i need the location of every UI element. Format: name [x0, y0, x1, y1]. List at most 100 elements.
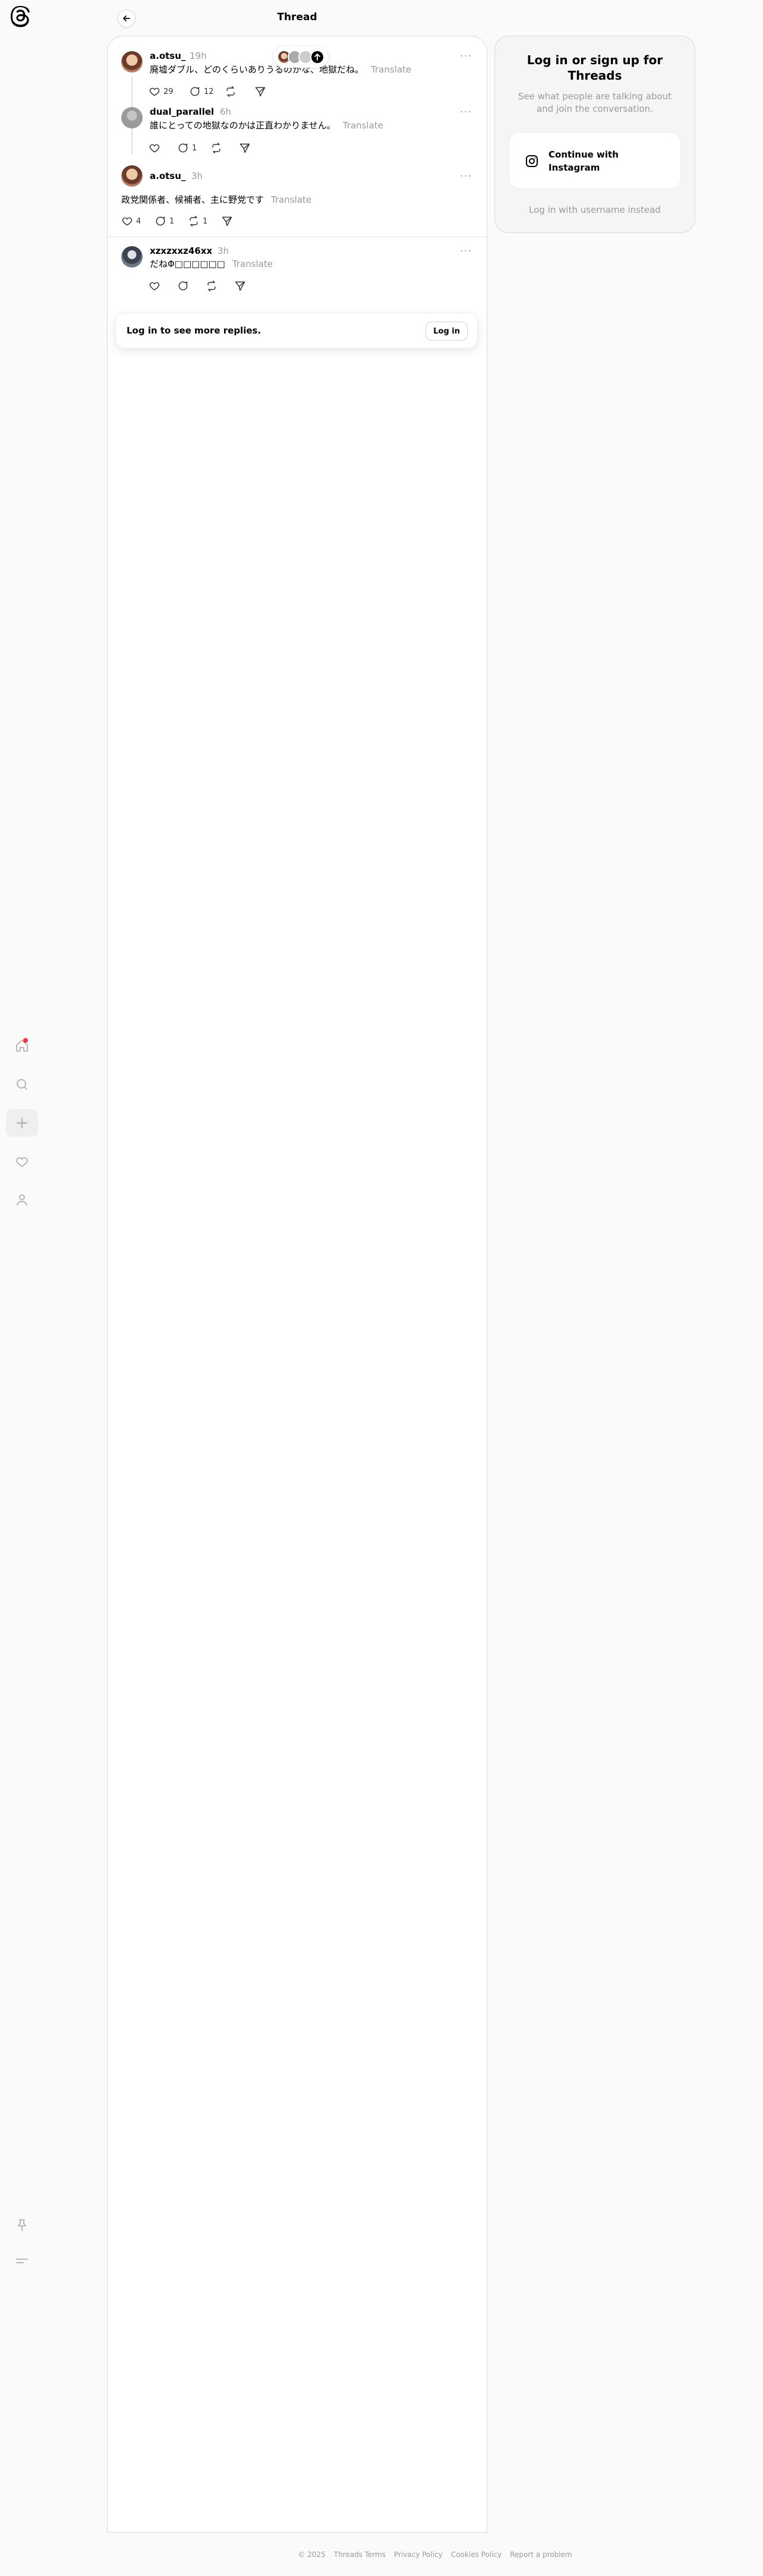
heart-icon — [149, 280, 160, 292]
footer-link-report[interactable]: Report a problem — [510, 2549, 572, 2560]
repost-count: 1 — [203, 216, 208, 226]
nav-search[interactable] — [6, 1071, 38, 1098]
nav-menu[interactable] — [6, 2247, 38, 2275]
repost-button[interactable] — [210, 137, 225, 159]
reply-count: 1 — [169, 216, 175, 226]
post-text-body: だねΦ□□□□□□ — [150, 259, 225, 269]
share-button[interactable] — [239, 137, 251, 159]
post-time[interactable]: 6h — [220, 106, 231, 118]
reply-button[interactable]: 12 — [189, 81, 214, 102]
more-options-button[interactable]: ··· — [459, 50, 473, 62]
post-time[interactable]: 19h — [190, 50, 207, 62]
send-icon — [254, 86, 266, 97]
repost-icon — [206, 280, 217, 292]
reply-button[interactable]: 1 — [155, 210, 174, 232]
translate-link[interactable]: Translate — [271, 194, 311, 205]
nav-profile[interactable] — [6, 1186, 38, 1213]
post-text-body: 廃墟ダブル、どのくらいありうるのかな、地獄だね。 — [150, 64, 364, 75]
heart-icon — [15, 1155, 29, 1169]
translate-link[interactable]: Translate — [232, 259, 273, 269]
plus-icon — [15, 1116, 29, 1130]
instagram-icon — [525, 154, 539, 168]
repost-button[interactable] — [225, 81, 239, 102]
username-login-link[interactable]: Log in with username instead — [506, 203, 683, 216]
more-options-button[interactable]: ··· — [459, 106, 473, 118]
footer-link-privacy[interactable]: Privacy Policy — [394, 2549, 443, 2560]
post-text: 誰にとっての地獄なのかは正直わかりません。 Translate — [150, 119, 383, 132]
nav-activity[interactable] — [6, 1148, 38, 1175]
like-button[interactable]: 29 — [149, 81, 174, 102]
footer: © 2025 Threads Terms Privacy Policy Cook… — [107, 2549, 763, 2560]
send-icon — [239, 142, 251, 154]
reply-count: 12 — [204, 87, 214, 96]
post-time[interactable]: 3h — [191, 170, 203, 182]
post-text: 政党関係者、候補者、主に野党です Translate — [121, 194, 311, 206]
repost-icon — [225, 86, 237, 97]
post-text-body: 誰にとっての地獄なのかは正直わかりません。 — [150, 120, 336, 131]
post-username[interactable]: a.otsu_ — [150, 170, 185, 182]
repost-button[interactable]: 1 — [188, 210, 207, 232]
send-icon — [234, 280, 246, 292]
login-card-subtitle: See what people are talking about and jo… — [518, 91, 672, 114]
post-text-body: 政党関係者、候補者、主に野党です — [121, 194, 264, 205]
heart-icon — [121, 215, 133, 227]
translate-link[interactable]: Translate — [371, 64, 411, 75]
nav-home[interactable] — [6, 1032, 38, 1059]
post-text: だねΦ□□□□□□ Translate — [150, 258, 273, 271]
reply-count: 1 — [192, 143, 197, 153]
instagram-button-label: Continue with Instagram — [548, 149, 619, 173]
participants-stack[interactable] — [273, 46, 328, 68]
login-button[interactable]: Log in — [425, 322, 468, 341]
repost-button[interactable] — [206, 275, 217, 297]
login-prompt-text: Log in to see more replies. — [127, 325, 261, 336]
nav-pin[interactable] — [6, 2212, 38, 2239]
post-username[interactable]: xzxzxxz46xx — [150, 245, 212, 257]
more-options-button[interactable]: ··· — [459, 170, 473, 183]
comment-icon — [177, 280, 189, 292]
scroll-up-button[interactable] — [310, 50, 324, 64]
post-username[interactable]: a.otsu_ — [150, 50, 185, 62]
footer-link-cookies[interactable]: Cookies Policy — [451, 2549, 502, 2560]
notification-dot — [23, 1038, 28, 1043]
page-title: Thread — [277, 11, 317, 23]
footer-link-terms[interactable]: Threads Terms — [334, 2549, 386, 2560]
threads-logo-icon[interactable] — [11, 6, 32, 27]
menu-icon — [15, 2254, 29, 2268]
footer-copyright: © 2025 — [298, 2550, 326, 2559]
post-username[interactable]: dual_parallel — [150, 106, 214, 118]
repost-icon — [188, 215, 200, 227]
reply-button[interactable] — [177, 275, 189, 297]
repost-icon — [210, 142, 222, 154]
comment-icon — [189, 86, 201, 97]
share-button[interactable] — [234, 275, 246, 297]
arrow-up-icon — [314, 54, 320, 61]
heart-icon — [149, 142, 160, 154]
profile-icon — [15, 1193, 29, 1207]
login-prompt-banner: Log in to see more replies. Log in — [115, 313, 478, 348]
comment-icon — [155, 215, 166, 227]
like-button[interactable] — [149, 137, 163, 159]
post-time[interactable]: 3h — [217, 245, 229, 257]
nav-create[interactable] — [6, 1109, 38, 1137]
share-button[interactable] — [254, 81, 266, 102]
send-icon — [221, 215, 233, 227]
avatar[interactable] — [121, 246, 143, 268]
avatar[interactable] — [121, 165, 143, 187]
like-button[interactable]: 4 — [121, 210, 141, 232]
heart-icon — [149, 86, 160, 97]
more-options-button[interactable]: ··· — [459, 245, 473, 257]
reply-button[interactable]: 1 — [177, 137, 197, 159]
like-button[interactable] — [149, 275, 160, 297]
thread-panel — [107, 36, 487, 2533]
translate-link[interactable]: Translate — [343, 120, 383, 131]
login-card-title: Log in or sign up for Threads — [526, 53, 663, 83]
pin-icon — [15, 2218, 29, 2232]
avatar[interactable] — [121, 107, 143, 128]
search-icon — [15, 1077, 29, 1092]
avatar[interactable] — [121, 51, 143, 73]
like-count: 29 — [163, 87, 174, 96]
continue-with-instagram-button[interactable]: Continue with Instagram — [509, 132, 681, 189]
share-button[interactable] — [221, 210, 233, 232]
comment-icon — [177, 142, 189, 154]
like-count: 4 — [136, 216, 141, 226]
